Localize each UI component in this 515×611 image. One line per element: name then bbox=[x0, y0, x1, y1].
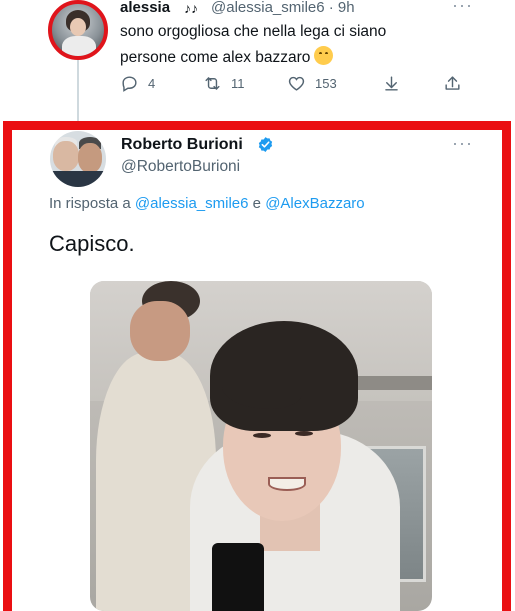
avatar-face-right bbox=[78, 143, 102, 173]
retweet-count: 11 bbox=[231, 76, 245, 91]
avatar-face bbox=[70, 18, 86, 36]
retweet-icon bbox=[205, 77, 220, 90]
reply-context: In risposta a @alessia_smile6 e @AlexBaz… bbox=[49, 195, 365, 213]
like-button[interactable]: 153 bbox=[287, 74, 337, 93]
avatar-body bbox=[62, 36, 96, 56]
parent-author-name[interactable]: alessia bbox=[120, 0, 170, 16]
mention-link-alessia[interactable]: @alessia_smile6 bbox=[135, 195, 249, 212]
parent-tweet-text-content: sono orgogliosa che nella lega ci siano … bbox=[120, 23, 387, 66]
avatar-face-left bbox=[53, 141, 79, 171]
photo-eye-left bbox=[253, 433, 271, 438]
photo-smile bbox=[268, 477, 306, 491]
reply-tweet-text: Capisco. bbox=[49, 231, 135, 256]
arrow-down-icon bbox=[385, 76, 398, 91]
reply-more-icon[interactable]: ··· bbox=[452, 134, 473, 152]
verified-badge-icon bbox=[258, 137, 273, 152]
thread-connector-line bbox=[77, 60, 79, 124]
parent-more-icon[interactable]: ··· bbox=[452, 0, 473, 14]
reply-author-handle[interactable]: @RobertoBurioni bbox=[121, 158, 240, 176]
music-note-decoration: ♪♪ bbox=[184, 0, 198, 16]
reply-button[interactable]: 4 bbox=[120, 74, 155, 93]
alessia-avatar[interactable] bbox=[48, 0, 108, 60]
reply-prefix: In risposta a bbox=[49, 195, 131, 212]
like-count: 153 bbox=[315, 76, 337, 91]
reply-count: 4 bbox=[148, 76, 156, 91]
heart-icon bbox=[288, 76, 305, 91]
photo-smartphone bbox=[212, 543, 264, 611]
attached-photo[interactable] bbox=[90, 281, 432, 611]
share-icon bbox=[445, 76, 460, 90]
share-button[interactable] bbox=[443, 74, 462, 93]
reply-author-name[interactable]: Roberto Burioni bbox=[121, 136, 243, 154]
parent-tweet-text: sono orgogliosa che nella lega ci siano … bbox=[120, 21, 420, 69]
bookmark-button[interactable] bbox=[382, 74, 401, 93]
reply-icon bbox=[122, 76, 137, 92]
burioni-avatar[interactable] bbox=[50, 131, 106, 187]
avatar-body bbox=[50, 171, 106, 187]
photo-background-arm bbox=[130, 301, 190, 361]
retweet-button[interactable]: 11 bbox=[203, 74, 245, 93]
parent-handle-time[interactable]: @alessia_smile6 · 9h bbox=[211, 0, 355, 16]
parent-action-bar: 4 11 153 bbox=[120, 74, 470, 96]
mention-link-bazzaro[interactable]: @AlexBazzaro bbox=[265, 195, 364, 212]
reply-conjunction: e bbox=[252, 195, 262, 212]
hugging-face-emoji-icon bbox=[314, 46, 334, 65]
photo-eye-right bbox=[295, 431, 313, 436]
